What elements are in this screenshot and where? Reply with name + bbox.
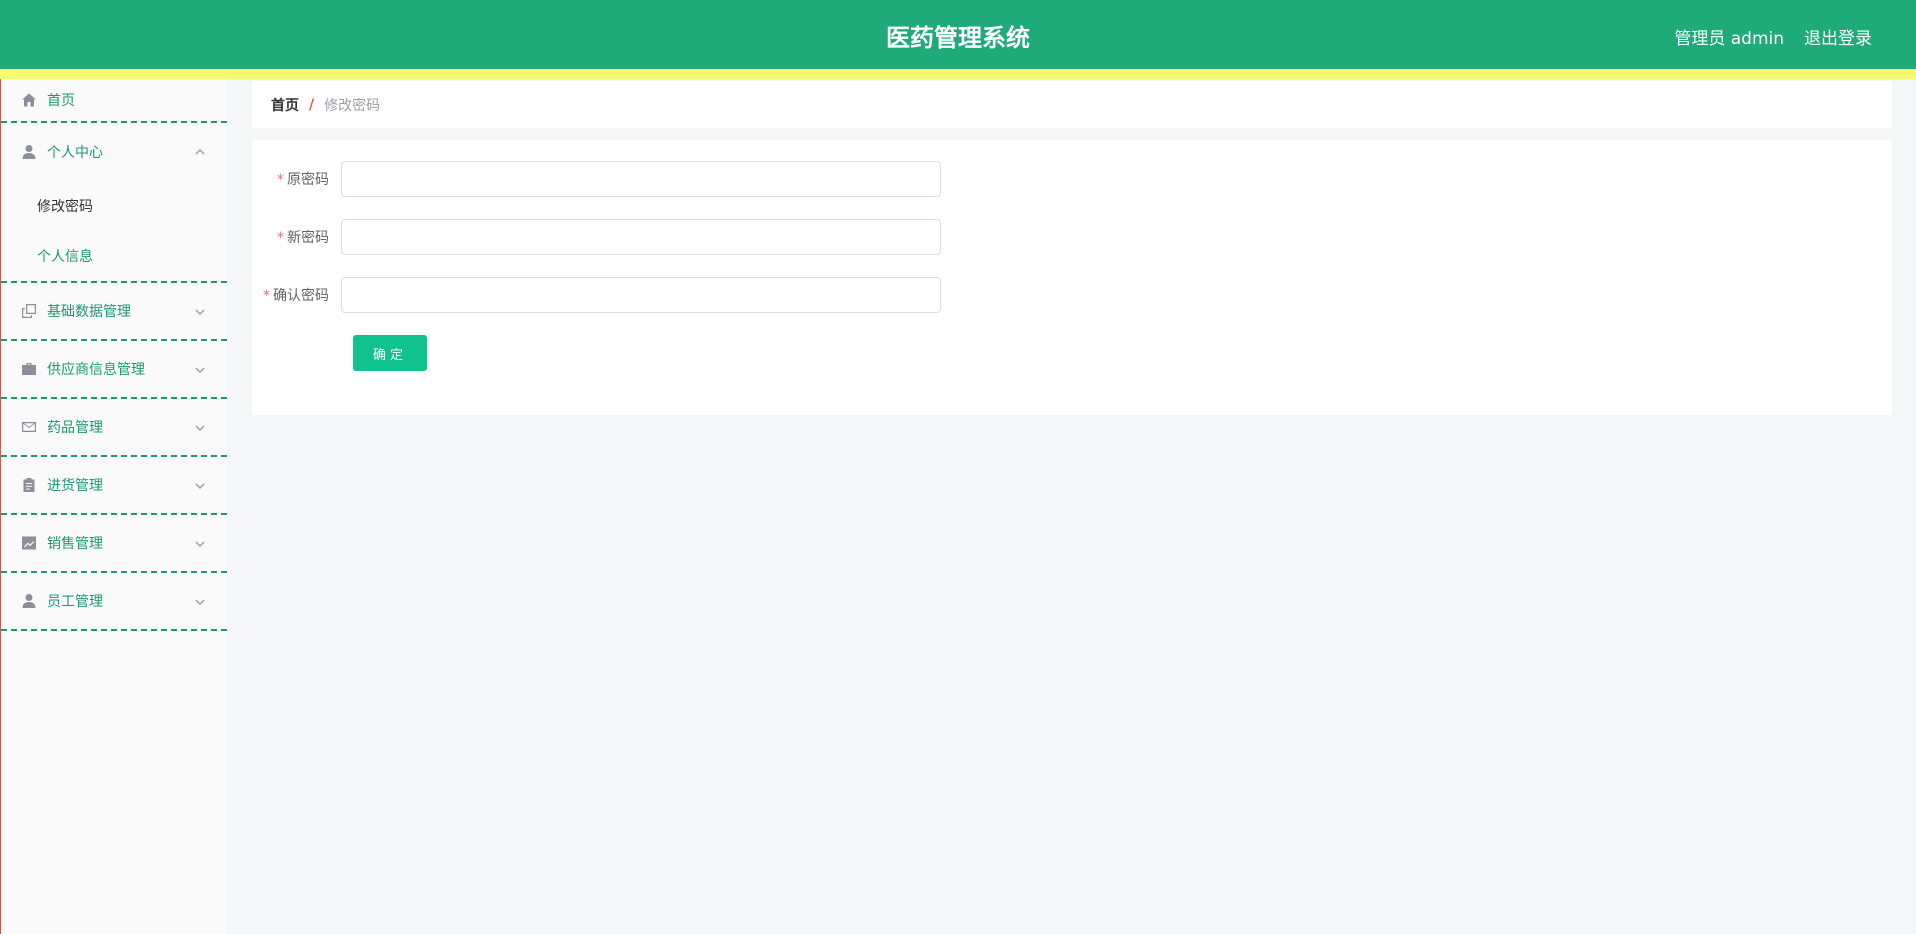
personal-center-submenu: 修改密码 个人信息 xyxy=(1,181,227,283)
old-password-label: * 原密码 xyxy=(277,172,329,188)
new-password-row: * 新密码 xyxy=(252,219,941,255)
chevron-down-icon xyxy=(195,421,205,432)
sidebar-item-label: 供应商信息管理 xyxy=(47,362,145,378)
sidebar-item-home[interactable]: 首页 xyxy=(1,79,227,123)
sidebar-item-label: 销售管理 xyxy=(47,536,103,552)
chevron-up-icon xyxy=(195,145,205,155)
required-mark: * xyxy=(277,230,284,246)
current-user: 管理员 admin xyxy=(1674,29,1784,49)
chevron-down-icon xyxy=(195,305,205,316)
sidebar-item-label: 个人中心 xyxy=(47,145,103,161)
header-accent-strip xyxy=(0,69,1916,79)
sidebar-item-label: 基础数据管理 xyxy=(47,304,131,320)
sidebar-item-label: 进货管理 xyxy=(47,478,103,494)
change-password-form: * 原密码 * 新密码 * 确认密码 确定 xyxy=(252,140,1892,415)
old-password-row: * 原密码 xyxy=(252,161,941,197)
chevron-down-icon xyxy=(195,479,205,490)
sidebar-subitem-personal-info[interactable]: 个人信息 xyxy=(1,231,227,281)
sidebar-subitem-change-password[interactable]: 修改密码 xyxy=(1,181,227,231)
breadcrumb-separator: / xyxy=(309,96,315,113)
new-password-input[interactable] xyxy=(341,219,941,255)
confirm-button[interactable]: 确定 xyxy=(353,335,427,371)
chevron-down-icon xyxy=(195,363,205,374)
old-password-input[interactable] xyxy=(341,161,941,197)
required-mark: * xyxy=(263,288,270,304)
sidebar-item-staff[interactable]: 员工管理 xyxy=(1,573,227,631)
user-icon xyxy=(21,593,37,609)
confirm-password-input[interactable] xyxy=(341,277,941,313)
breadcrumb-current: 修改密码 xyxy=(324,97,381,114)
chevron-down-icon xyxy=(195,595,205,606)
breadcrumb-home-link[interactable]: 首页 xyxy=(271,95,299,115)
breadcrumb: 首页 / 修改密码 xyxy=(252,81,1892,128)
chevron-down-icon xyxy=(195,537,205,548)
sidebar-item-sales[interactable]: 销售管理 xyxy=(1,515,227,573)
briefcase-icon xyxy=(21,361,37,377)
clipboard-icon xyxy=(21,477,37,493)
sidebar-item-personal-center[interactable]: 个人中心 xyxy=(1,123,227,181)
sidebar-item-medicine[interactable]: 药品管理 xyxy=(1,399,227,457)
user-icon xyxy=(21,144,37,160)
sidebar-item-supplier[interactable]: 供应商信息管理 xyxy=(1,341,227,399)
sidebar-item-label: 首页 xyxy=(47,93,75,109)
logout-button[interactable]: 退出登录 xyxy=(1804,24,1872,49)
confirm-password-label: * 确认密码 xyxy=(263,288,329,304)
copy-icon xyxy=(21,303,37,319)
sidebar-item-basic-data[interactable]: 基础数据管理 xyxy=(1,283,227,341)
sidebar-item-label: 员工管理 xyxy=(47,594,103,610)
confirm-password-row: * 确认密码 xyxy=(252,277,941,313)
top-header: 医药管理系统 管理员 admin 退出登录 xyxy=(0,0,1916,69)
required-mark: * xyxy=(277,172,284,188)
sidebar-item-label: 药品管理 xyxy=(47,420,103,436)
sidebar: 首页 个人中心 修改密码 个人信息 基础数据管理 供应商信息管理 药品管理 进货… xyxy=(1,79,227,934)
mail-icon xyxy=(21,419,37,435)
app-title: 医药管理系统 xyxy=(886,24,1030,52)
home-icon xyxy=(21,92,37,108)
chart-icon xyxy=(21,535,37,551)
new-password-label: * 新密码 xyxy=(277,230,329,246)
sidebar-item-purchase[interactable]: 进货管理 xyxy=(1,457,227,515)
